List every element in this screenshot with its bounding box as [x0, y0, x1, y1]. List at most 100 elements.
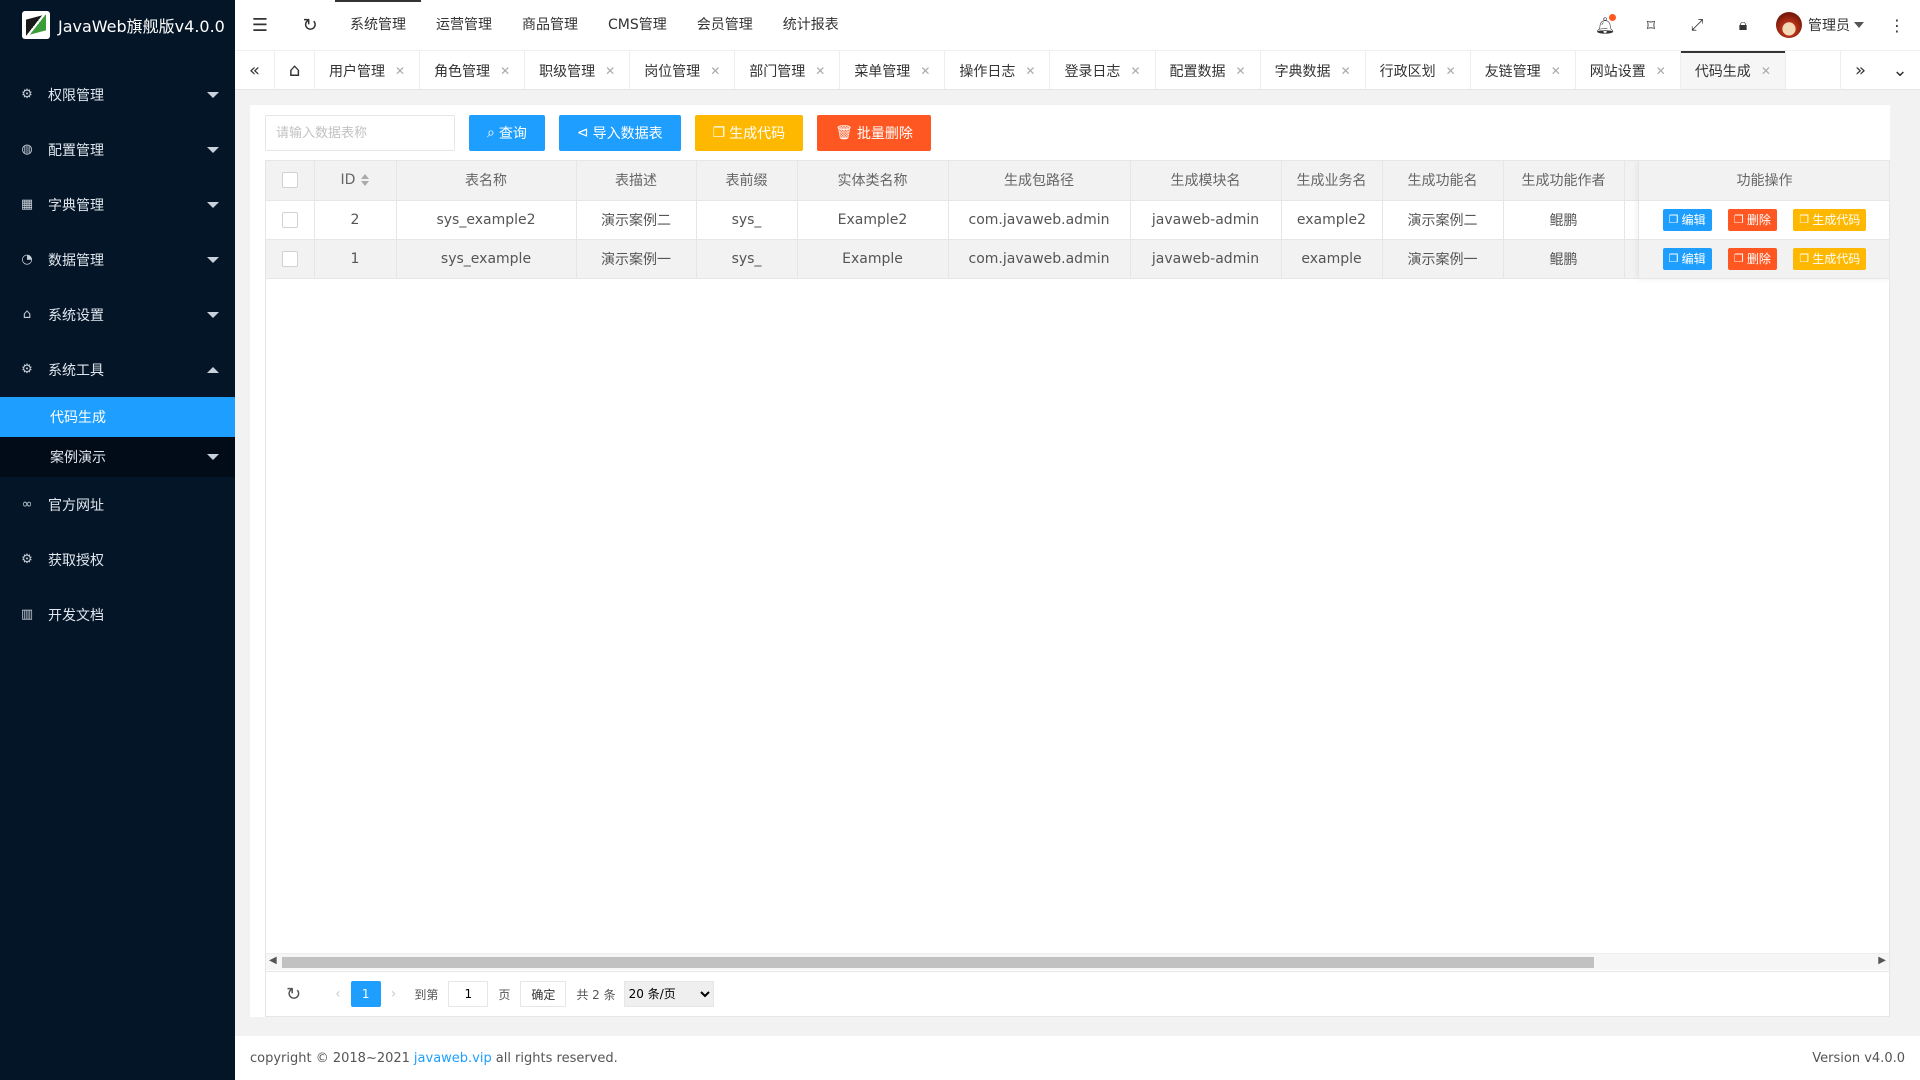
close-icon[interactable]: ✕ — [1236, 64, 1246, 78]
edit-button[interactable]: ❐ 编辑 — [1662, 247, 1712, 270]
delete-button[interactable]: ❐ 删除 — [1728, 208, 1777, 231]
sidebar-item-settings[interactable]: ⌂ 系统设置 — [0, 287, 235, 342]
sidebar-item-config[interactable]: ◍ 配置管理 — [0, 122, 235, 177]
sidebar-item-license[interactable]: ⚙ 获取授权 — [0, 532, 235, 587]
more-vertical-icon[interactable]: ⋮ — [1874, 0, 1920, 50]
close-icon[interactable]: ✕ — [1446, 64, 1456, 78]
sidebar-item-permission[interactable]: ⚙ 权限管理 — [0, 67, 235, 122]
tabs-dropdown-icon[interactable]: ⌄ — [1880, 51, 1920, 90]
tab-item[interactable]: 友链管理 ✕ — [1471, 51, 1576, 89]
pagination: ↻ ‹ 1 › 到第 页 确定 共 2 条 20 条/页 — [265, 972, 1890, 1017]
generate-code-button[interactable]: ❐ 生成代码 — [694, 115, 804, 151]
tab-item[interactable]: 岗位管理 ✕ — [630, 51, 736, 89]
edit-icon: ❐ — [1668, 213, 1679, 226]
tag-icon[interactable]: ⌑ — [1628, 0, 1674, 50]
tab-item[interactable]: 职级管理 ✕ — [525, 51, 631, 89]
toolbar: ⌕查询 ⊲导入数据表 ❐生成代码 🗑︎批量删除 — [250, 105, 1890, 161]
row-checkbox[interactable] — [281, 250, 298, 267]
refresh-icon[interactable]: ↻ — [286, 984, 301, 1005]
tab-item[interactable]: 配置数据 ✕ — [1156, 51, 1261, 89]
sidebar-item-dict[interactable]: ▦ 字典管理 — [0, 177, 235, 232]
horizontal-scrollbar[interactable]: ◀ ▶ — [266, 953, 1889, 970]
scrollbar-thumb[interactable] — [282, 957, 1594, 968]
table-cell: sys_ — [696, 200, 798, 240]
lock-icon[interactable]: 🔒︎ — [1720, 0, 1766, 50]
tabs-scroll-right-icon[interactable]: » — [1840, 51, 1880, 90]
total-count: 共 2 条 — [576, 987, 616, 1002]
column-header[interactable]: ID — [314, 161, 397, 201]
close-icon[interactable]: ✕ — [1130, 64, 1140, 78]
delete-button[interactable]: ❐ 删除 — [1728, 247, 1777, 270]
prev-page-icon[interactable]: ‹ — [335, 986, 341, 1002]
batch-delete-button[interactable]: 🗑︎ 批量删除 — [817, 115, 931, 151]
query-button[interactable]: ⌕ 查询 — [469, 115, 545, 151]
app-title: JavaWeb旗舰版v4.0.0 — [58, 17, 225, 36]
tab-label: 职级管理 — [539, 63, 596, 80]
page-size-select[interactable]: 20 条/页 — [623, 981, 714, 1007]
scroll-right-arrow-icon[interactable]: ▶ — [1878, 955, 1886, 966]
close-icon[interactable]: ✕ — [920, 64, 930, 78]
sort-icon[interactable] — [361, 174, 370, 187]
table-cell: 演示案例二 — [576, 200, 697, 240]
table-cell: example2 — [1281, 200, 1383, 240]
table-cell: com.javaweb.admin — [948, 200, 1131, 240]
action-row: ❐ 编辑 ❐ 删除 ❐ 生成代码 — [1639, 200, 1889, 240]
row-checkbox[interactable] — [281, 211, 298, 228]
sidebar-item-website[interactable]: ∞ 官方网址 — [0, 477, 235, 532]
menu-collapse-icon[interactable]: ☰ — [235, 0, 285, 50]
top-nav-item[interactable]: 系统管理 — [335, 0, 421, 50]
tab-item[interactable]: 代码生成 ✕ — [1680, 51, 1786, 89]
tabs-scroll-left-icon[interactable]: « — [235, 51, 275, 90]
scroll-left-arrow-icon[interactable]: ◀ — [269, 955, 277, 966]
top-nav-item[interactable]: 商品管理 — [507, 0, 593, 50]
tab-item[interactable]: 用户管理 ✕ — [315, 51, 421, 89]
footer-link[interactable]: javaweb.vip — [414, 1051, 492, 1066]
select-all-cell — [266, 161, 315, 201]
app-logo[interactable]: JavaWeb旗舰版v4.0.0 — [0, 0, 235, 50]
select-all-checkbox[interactable] — [281, 172, 298, 189]
edit-button[interactable]: ❐ 编辑 — [1662, 208, 1712, 231]
close-icon[interactable]: ✕ — [605, 64, 615, 78]
import-button[interactable]: ⊲ 导入数据表 — [558, 115, 681, 151]
tab-item[interactable]: 部门管理 ✕ — [735, 51, 841, 89]
close-icon[interactable]: ✕ — [1341, 64, 1351, 78]
home-tab-icon[interactable]: ⌂ — [275, 51, 315, 90]
close-icon[interactable]: ✕ — [815, 64, 825, 78]
tab-item[interactable]: 登录日志 ✕ — [1050, 51, 1156, 89]
row-generate-button[interactable]: ❐ 生成代码 — [1793, 247, 1867, 270]
close-icon[interactable]: ✕ — [395, 64, 405, 78]
sidebar-subitem-demo[interactable]: 案例演示 — [0, 437, 235, 477]
top-nav-item[interactable]: 运营管理 — [421, 0, 507, 50]
close-icon[interactable]: ✕ — [1656, 64, 1666, 78]
sidebar-item-docs[interactable]: ▥ 开发文档 — [0, 587, 235, 642]
tab-item[interactable]: 字典数据 ✕ — [1261, 51, 1366, 89]
sidebar-item-tools[interactable]: ⚙ 系统工具 — [0, 342, 235, 397]
tab-item[interactable]: 网站设置 ✕ — [1576, 51, 1681, 89]
close-icon[interactable]: ✕ — [500, 64, 510, 78]
row-generate-button[interactable]: ❐ 生成代码 — [1793, 208, 1867, 231]
user-menu[interactable]: 管理员 — [1766, 0, 1874, 50]
sidebar-subitem-codegen[interactable]: 代码生成 — [0, 397, 235, 437]
tab-item[interactable]: 菜单管理 ✕ — [840, 51, 946, 89]
goto-page-input[interactable] — [448, 981, 489, 1007]
tab-item[interactable]: 操作日志 ✕ — [945, 51, 1051, 89]
top-nav-item[interactable]: 统计报表 — [768, 0, 854, 50]
close-icon[interactable]: ✕ — [1025, 64, 1035, 78]
close-icon[interactable]: ✕ — [1551, 64, 1561, 78]
close-icon[interactable]: ✕ — [1761, 64, 1771, 78]
close-icon[interactable]: ✕ — [710, 64, 720, 78]
tab-item[interactable]: 角色管理 ✕ — [420, 51, 526, 89]
goto-confirm-button[interactable]: 确定 — [520, 981, 567, 1007]
current-page[interactable]: 1 — [350, 981, 381, 1007]
sidebar-item-data[interactable]: ◔ 数据管理 — [0, 232, 235, 287]
refresh-icon[interactable]: ↻ — [285, 0, 335, 50]
search-input[interactable] — [265, 115, 455, 151]
bell-icon[interactable]: 🔔︎ — [1582, 0, 1628, 50]
tab-label: 字典数据 — [1274, 63, 1331, 80]
main-content: ⌕查询 ⊲导入数据表 ❐生成代码 🗑︎批量删除 ID 表名称 表描述 表前缀 实… — [250, 105, 1890, 1017]
next-page-icon[interactable]: › — [391, 986, 397, 1002]
top-nav-item[interactable]: 会员管理 — [682, 0, 768, 50]
tab-item[interactable]: 行政区划 ✕ — [1366, 51, 1471, 89]
top-nav-item[interactable]: CMS管理 — [593, 0, 682, 50]
fullscreen-icon[interactable]: ⤢ — [1674, 0, 1720, 50]
